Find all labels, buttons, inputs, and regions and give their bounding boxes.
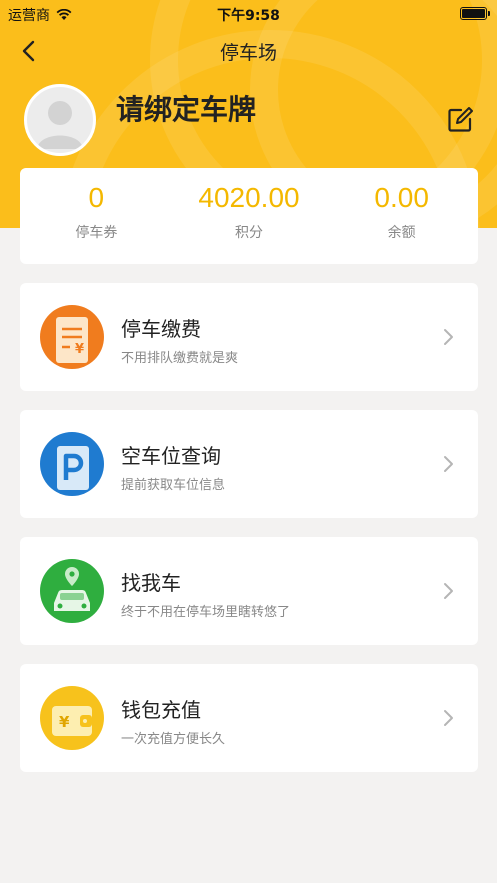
menu-subtitle: 提前获取车位信息 [121,478,226,493]
menu-title: 停车缴费 [121,317,201,341]
menu-subtitle: 不用排队缴费就是爽 [121,351,239,366]
stat-value: 0.00 [374,182,429,213]
page-title: 停车场 [219,42,277,64]
menu-item-wallet-topup[interactable]: ¥ 钱包充值 一次充值方便长久 [20,664,478,772]
stat-label: 余额 [387,225,416,241]
menu-item-find-my-car[interactable]: 找我车 终于不用在停车场里瞎转悠了 [20,537,478,645]
bill-icon: ¥ [40,305,104,369]
chevron-right-icon [444,583,453,599]
chevron-right-icon [444,710,453,726]
battery-icon [460,7,490,20]
stats-card: 0 停车券 4020.00 积分 0.00 余额 [20,168,478,264]
nav-bar: 停车场 [0,28,497,74]
menu-title: 找我车 [121,571,181,595]
stat-label: 积分 [235,225,263,241]
menu-item-empty-spot-query[interactable]: 空车位查询 提前获取车位信息 [20,410,478,518]
stat-label: 停车券 [75,225,118,241]
menu-item-parking-payment[interactable]: ¥ 停车缴费 不用排队缴费就是爽 [20,283,478,391]
menu-subtitle: 一次充值方便长久 [121,732,226,747]
car-location-icon [40,559,104,623]
menu-title: 钱包充值 [121,698,201,722]
user-placeholder-icon [37,101,83,149]
svg-text:¥: ¥ [75,342,84,357]
stat-value: 0 [88,182,105,213]
edit-icon[interactable] [445,105,475,135]
menu-subtitle: 终于不用在停车场里瞎转悠了 [121,605,291,620]
stat-points[interactable]: 4020.00 积分 [173,168,326,264]
menu-title: 空车位查询 [121,444,221,468]
chevron-right-icon [444,456,453,472]
status-bar: 运营商 下午9:58 [0,0,497,28]
status-time: 下午9:58 [217,8,280,24]
avatar[interactable] [24,84,96,156]
stat-balance[interactable]: 0.00 余额 [325,168,478,264]
stat-value: 4020.00 [198,182,300,213]
parking-icon [40,432,104,496]
wallet-icon: ¥ [40,686,104,750]
chevron-right-icon [444,329,453,345]
stat-parking-coupons[interactable]: 0 停车券 [20,168,173,264]
bind-plate-prompt[interactable]: 请绑定车牌 [116,88,256,128]
svg-text:¥: ¥ [59,713,70,731]
